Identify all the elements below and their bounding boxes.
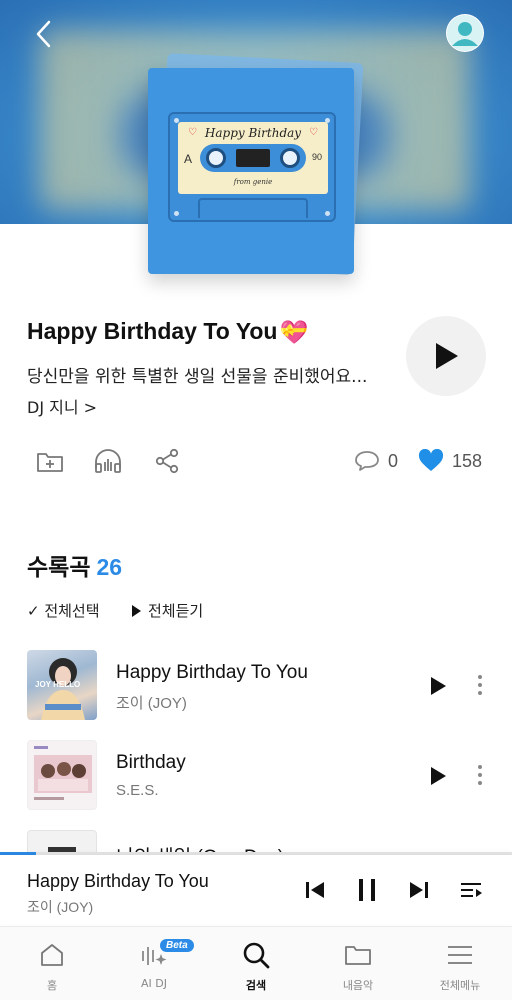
track-artist: 조이 (JOY) bbox=[116, 695, 187, 712]
playlist-description: 당신만을 위한 특별한 생일 선물을 준비했어요... bbox=[27, 367, 368, 387]
screw-icon bbox=[174, 211, 179, 216]
listen-button[interactable] bbox=[92, 446, 124, 476]
cassette-foot bbox=[198, 198, 308, 218]
nav-search-icon-wrap bbox=[210, 941, 302, 969]
tape-window bbox=[236, 149, 270, 167]
back-button[interactable] bbox=[26, 14, 62, 54]
playlist-title-text: Happy Birthday To You bbox=[27, 318, 278, 344]
album-thumbnail-text: JOY HELLO bbox=[35, 680, 81, 689]
select-all-button[interactable]: ✓ 전체선택 bbox=[27, 600, 100, 621]
tracklist-heading-text: 수록곡 bbox=[27, 555, 91, 581]
play-icon bbox=[431, 677, 446, 695]
album-thumbnail-art bbox=[34, 746, 92, 800]
next-button[interactable] bbox=[404, 875, 434, 905]
skip-next-icon bbox=[410, 882, 428, 898]
nav-my-music-label: 내음악 bbox=[342, 979, 374, 992]
heart-filled-icon bbox=[418, 449, 444, 471]
track-play-button[interactable] bbox=[424, 762, 452, 790]
play-icon bbox=[431, 767, 446, 785]
select-all-label: ✓ 전체선택 bbox=[27, 602, 100, 620]
comment-count: 0 bbox=[388, 450, 399, 471]
play-all-button[interactable]: 전체듣기 bbox=[130, 600, 203, 621]
play-small-icon bbox=[132, 604, 141, 617]
play-icon bbox=[436, 343, 458, 369]
like-button[interactable]: 158 bbox=[418, 446, 482, 476]
previous-button[interactable] bbox=[300, 875, 330, 905]
track-more-button[interactable] bbox=[470, 760, 490, 790]
folder-add-icon bbox=[37, 453, 63, 472]
nav-my-music-icon-wrap bbox=[312, 941, 404, 969]
cassette-window bbox=[200, 144, 306, 172]
track-row[interactable]: JOY HELLO Happy Birthday To You 조이 (JOY) bbox=[0, 650, 512, 722]
comment-icon bbox=[355, 451, 379, 471]
play-all-label: 전체듣기 bbox=[148, 602, 204, 620]
chevron-left-icon bbox=[36, 20, 51, 48]
track-artist: S.E.S. bbox=[116, 782, 159, 799]
headphones-icon bbox=[95, 449, 121, 473]
pause-icon bbox=[359, 879, 375, 901]
add-to-folder-button[interactable] bbox=[34, 446, 66, 476]
playlist-title: Happy Birthday To You💝 bbox=[27, 318, 308, 346]
album-thumbnail: JOY HELLO bbox=[27, 650, 97, 720]
skip-previous-icon bbox=[306, 882, 324, 898]
more-vertical-icon bbox=[478, 765, 482, 785]
tape-reel-icon bbox=[206, 148, 226, 168]
tracklist-heading: 수록곡 26 bbox=[27, 548, 122, 582]
comments-button[interactable]: 0 bbox=[354, 446, 398, 476]
nav-home-label: 홈 bbox=[46, 979, 58, 992]
nav-search[interactable]: 검색 bbox=[210, 927, 302, 1000]
track-title: Happy Birthday To You bbox=[116, 662, 308, 683]
bottom-navigation: 홈 Beta AI DJ 검색 내음악 전체메뉴 bbox=[0, 926, 512, 1000]
track-more-button[interactable] bbox=[470, 670, 490, 700]
pause-button[interactable] bbox=[352, 875, 382, 905]
now-playing-artist: 조이 (JOY) bbox=[27, 899, 94, 915]
cassette-length: 90 bbox=[311, 152, 322, 162]
nav-home[interactable]: 홈 bbox=[6, 927, 98, 1000]
playlist-queue-button[interactable] bbox=[456, 875, 486, 905]
screw-icon bbox=[325, 118, 330, 123]
nav-ai-dj[interactable]: Beta AI DJ bbox=[108, 927, 200, 1000]
like-count: 158 bbox=[452, 450, 483, 471]
nav-ai-dj-label: AI DJ bbox=[141, 977, 167, 990]
tape-reel-icon bbox=[280, 148, 300, 168]
profile-button[interactable] bbox=[446, 14, 484, 52]
cassette-illustration: ♡ ♡ Happy Birthday A 90 from genie bbox=[168, 112, 336, 222]
nav-my-music[interactable]: 내음악 bbox=[312, 927, 404, 1000]
menu-icon bbox=[448, 946, 472, 964]
now-playing-title: Happy Birthday To You bbox=[27, 871, 209, 891]
nav-all-menu-label: 전체메뉴 bbox=[439, 979, 481, 992]
album-thumbnail bbox=[27, 740, 97, 810]
home-icon bbox=[41, 944, 63, 966]
queue-list-icon bbox=[461, 883, 482, 897]
track-count: 26 bbox=[96, 554, 123, 580]
cassette-title: Happy Birthday bbox=[204, 126, 302, 140]
share-icon bbox=[155, 448, 179, 474]
track-title: Birthday bbox=[116, 752, 186, 773]
nav-all-menu-icon-wrap bbox=[414, 941, 506, 969]
play-playlist-button[interactable] bbox=[406, 316, 486, 396]
gift-heart-icon: 💝 bbox=[279, 319, 309, 346]
dj-link[interactable]: DJ 지니 > bbox=[27, 394, 97, 418]
nav-home-icon-wrap bbox=[6, 941, 98, 969]
more-vertical-icon bbox=[478, 675, 482, 695]
cassette-side: A bbox=[184, 152, 193, 166]
track-play-button[interactable] bbox=[424, 672, 452, 700]
screw-icon bbox=[325, 211, 330, 216]
playlist-cover: ♡ ♡ Happy Birthday A 90 from genie bbox=[148, 68, 354, 274]
screw-icon bbox=[174, 118, 179, 123]
nav-search-label: 검색 bbox=[245, 979, 267, 992]
track-row[interactable]: Birthday S.E.S. bbox=[0, 740, 512, 812]
search-icon bbox=[243, 942, 270, 969]
mini-player[interactable]: Happy Birthday To You 조이 (JOY) bbox=[0, 855, 512, 925]
share-button[interactable] bbox=[151, 446, 183, 476]
folder-icon bbox=[345, 946, 371, 965]
beta-badge: Beta bbox=[160, 939, 194, 952]
cassette-from: from genie bbox=[233, 178, 273, 186]
user-avatar-icon bbox=[447, 15, 483, 51]
nav-all-menu[interactable]: 전체메뉴 bbox=[414, 927, 506, 1000]
cassette-label: ♡ ♡ Happy Birthday A 90 from genie bbox=[178, 122, 328, 194]
